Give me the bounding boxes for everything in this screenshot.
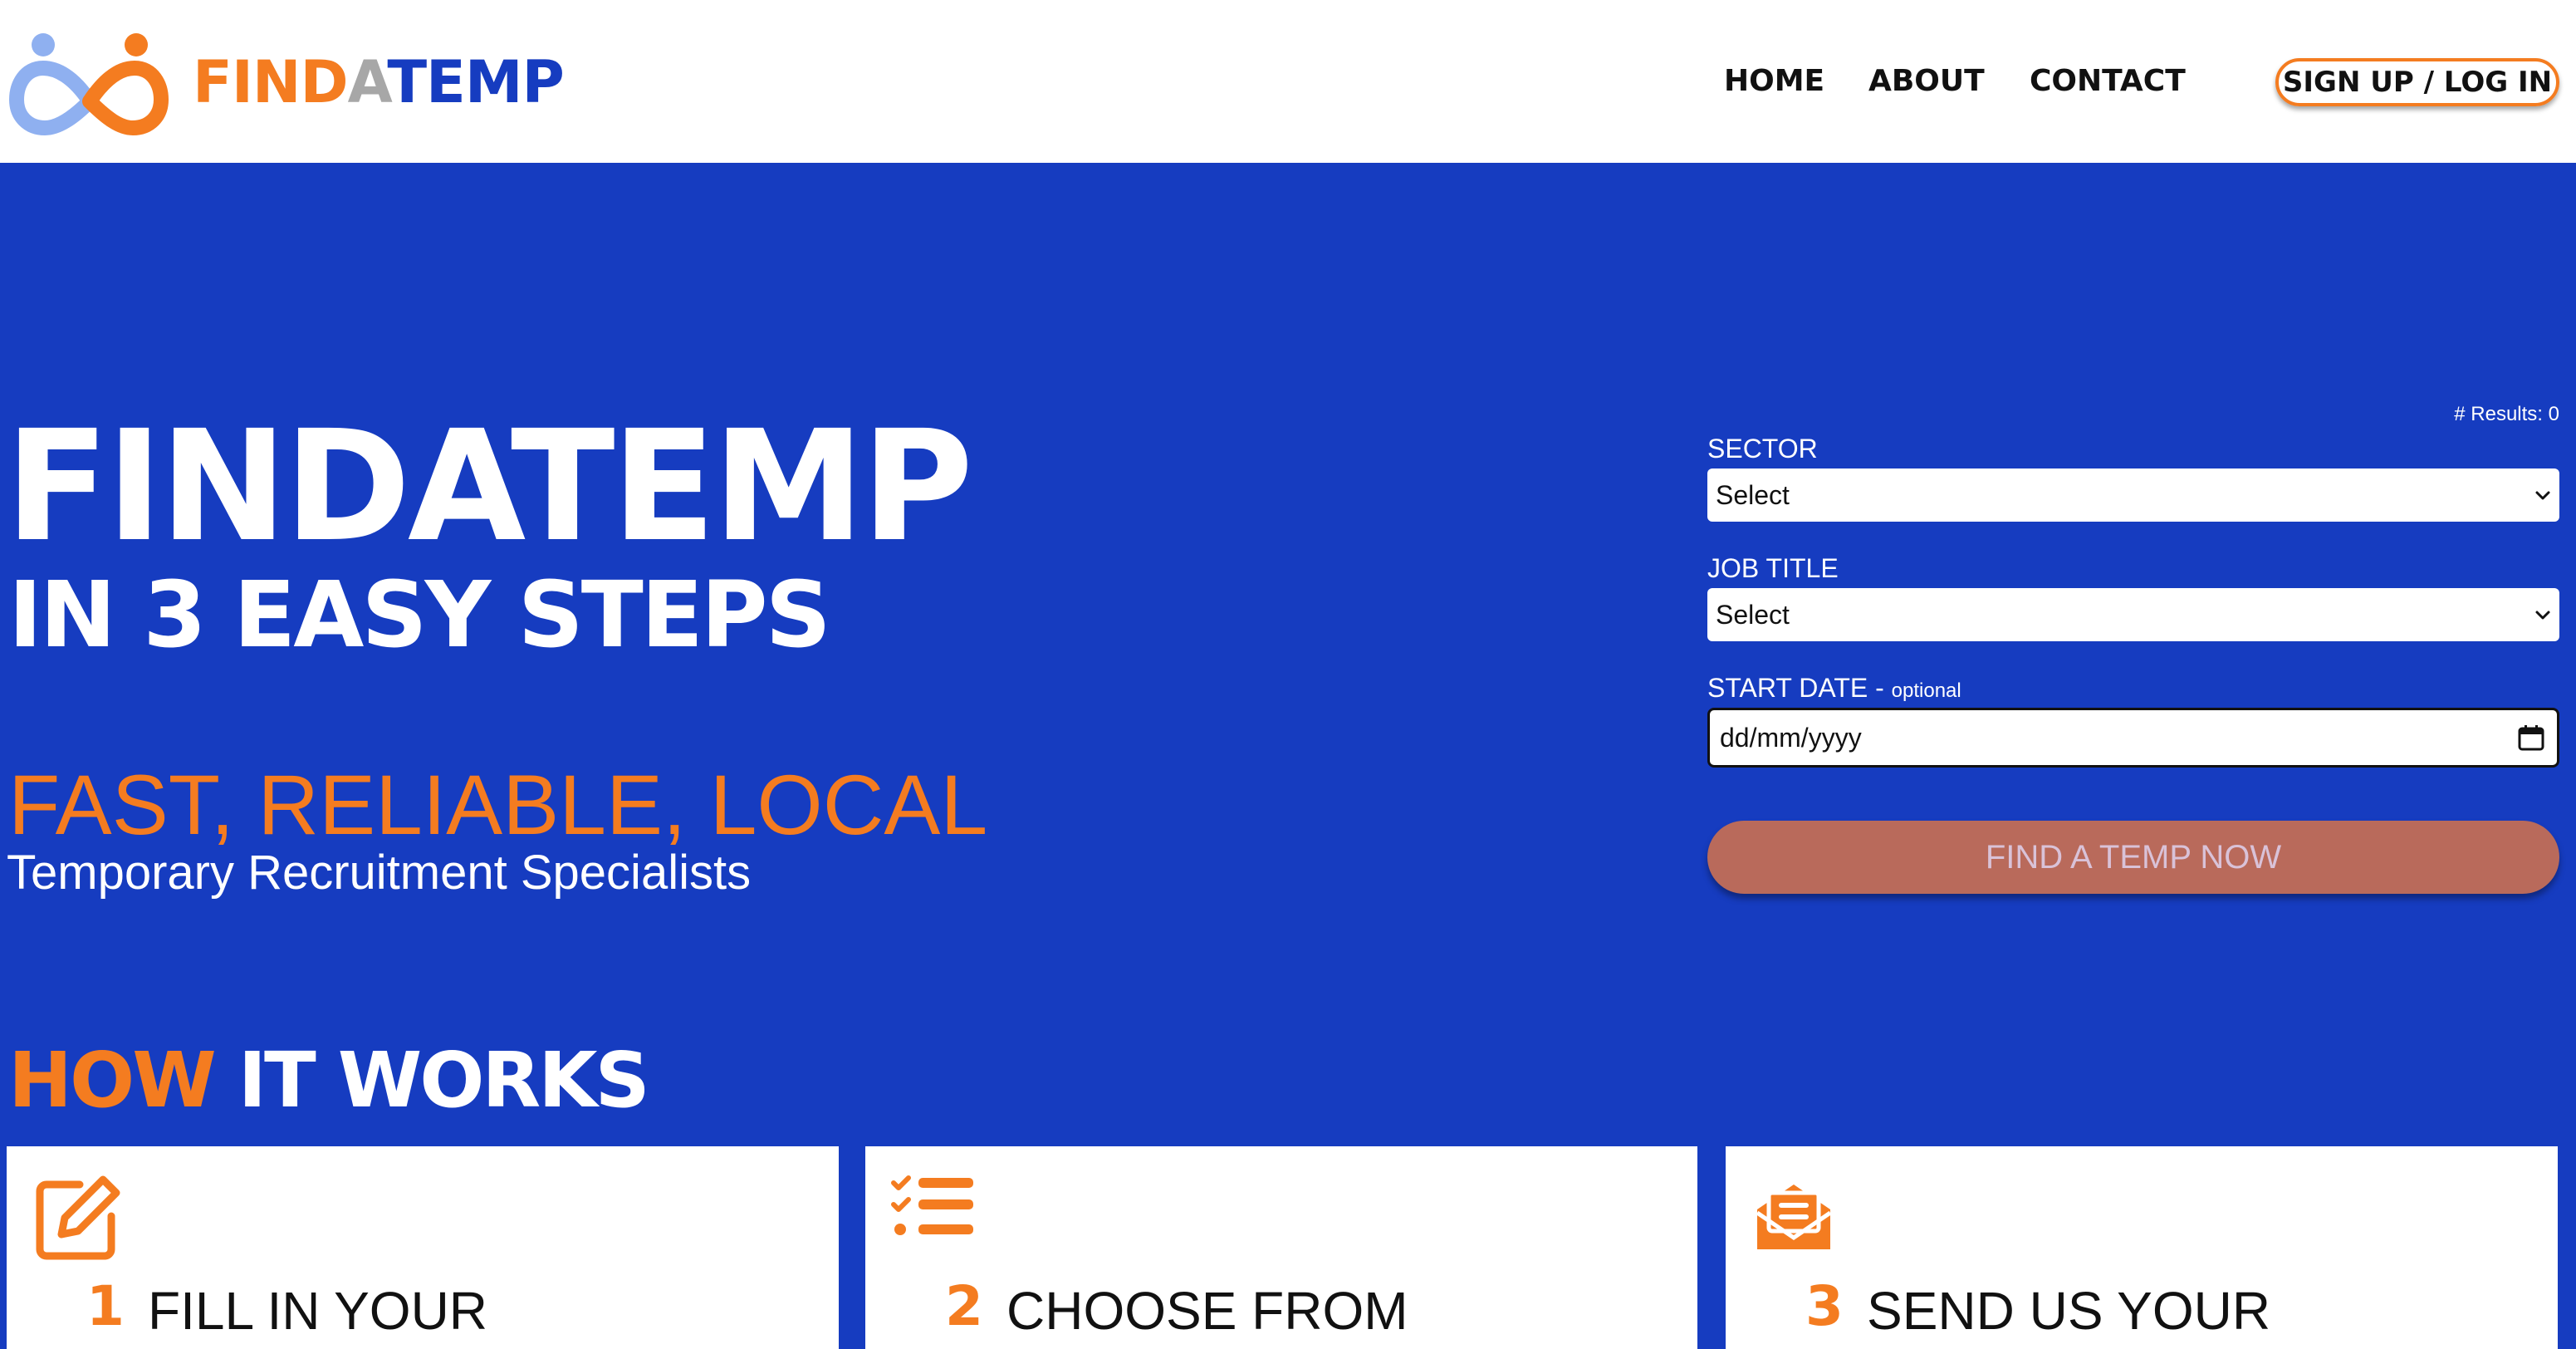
how-it-works-heading: HOW IT WORKS (8, 1035, 650, 1126)
nav-about-link[interactable]: ABOUT (1868, 60, 1985, 103)
step-text: CHOOSE FROM (1006, 1281, 1408, 1341)
how-rest: IT WORKS (213, 1036, 650, 1125)
results-count: # Results: 0 (2454, 403, 2559, 425)
nav-home-link[interactable]: HOME (1724, 60, 1824, 103)
chevron-down-icon (2535, 611, 2550, 620)
hero-title: FINDATEMP (5, 398, 973, 576)
site-header: FINDATEMP HOME ABOUT CONTACT SIGN UP / L… (0, 0, 2576, 163)
start-date-label: START DATE - optional (1707, 671, 1961, 708)
start-date-label-text: START DATE - (1707, 673, 1892, 703)
step-number: 2 (945, 1274, 983, 1338)
start-date-placeholder: dd/mm/yyyy (1720, 723, 1862, 753)
edit-icon (36, 1175, 120, 1260)
hero-subtitle: IN 3 EASY STEPS (8, 562, 831, 668)
job-title-select[interactable]: Select (1707, 588, 2559, 641)
start-date-optional-note: optional (1891, 679, 1961, 702)
step-card-2: 2 CHOOSE FROM (865, 1146, 1697, 1349)
step-text: FILL IN YOUR (148, 1281, 487, 1341)
job-title-select-value: Select (1716, 600, 1790, 630)
hero-subtagline: Temporary Recruitment Specialists (7, 846, 752, 900)
envelope-letter-icon (1756, 1185, 1832, 1249)
step-number: 1 (86, 1274, 125, 1338)
brand-part-find: FIND (193, 48, 349, 116)
nav-contact-link[interactable]: CONTACT (2030, 60, 2186, 103)
step-card-1: 1 FILL IN YOUR (7, 1146, 839, 1349)
hero-tagline: FAST, RELIABLE, LOCAL (8, 758, 988, 852)
job-title-label: JOB TITLE (1707, 553, 1839, 583)
checklist-icon (891, 1175, 973, 1235)
how-highlight: HOW (8, 1036, 217, 1125)
step-number: 3 (1805, 1274, 1844, 1338)
sector-select[interactable]: Select (1707, 468, 2559, 522)
start-date-input[interactable]: dd/mm/yyyy (1707, 708, 2559, 768)
brand-part-a: A (347, 48, 389, 116)
sector-label: SECTOR (1707, 434, 1818, 464)
chevron-down-icon (2535, 491, 2550, 500)
brand-part-temp: TEMP (387, 48, 565, 116)
sector-select-value: Select (1716, 480, 1790, 510)
step-card-3: 3 SEND US YOUR (1726, 1146, 2558, 1349)
brand-logo-text[interactable]: FINDATEMP (193, 45, 565, 120)
find-temp-button[interactable]: FIND A TEMP NOW (1707, 821, 2559, 894)
calendar-icon[interactable] (2517, 724, 2545, 752)
signup-login-button[interactable]: SIGN UP / LOG IN (2275, 58, 2559, 106)
step-text: SEND US YOUR (1867, 1281, 2271, 1341)
infinity-people-icon[interactable] (7, 25, 169, 138)
